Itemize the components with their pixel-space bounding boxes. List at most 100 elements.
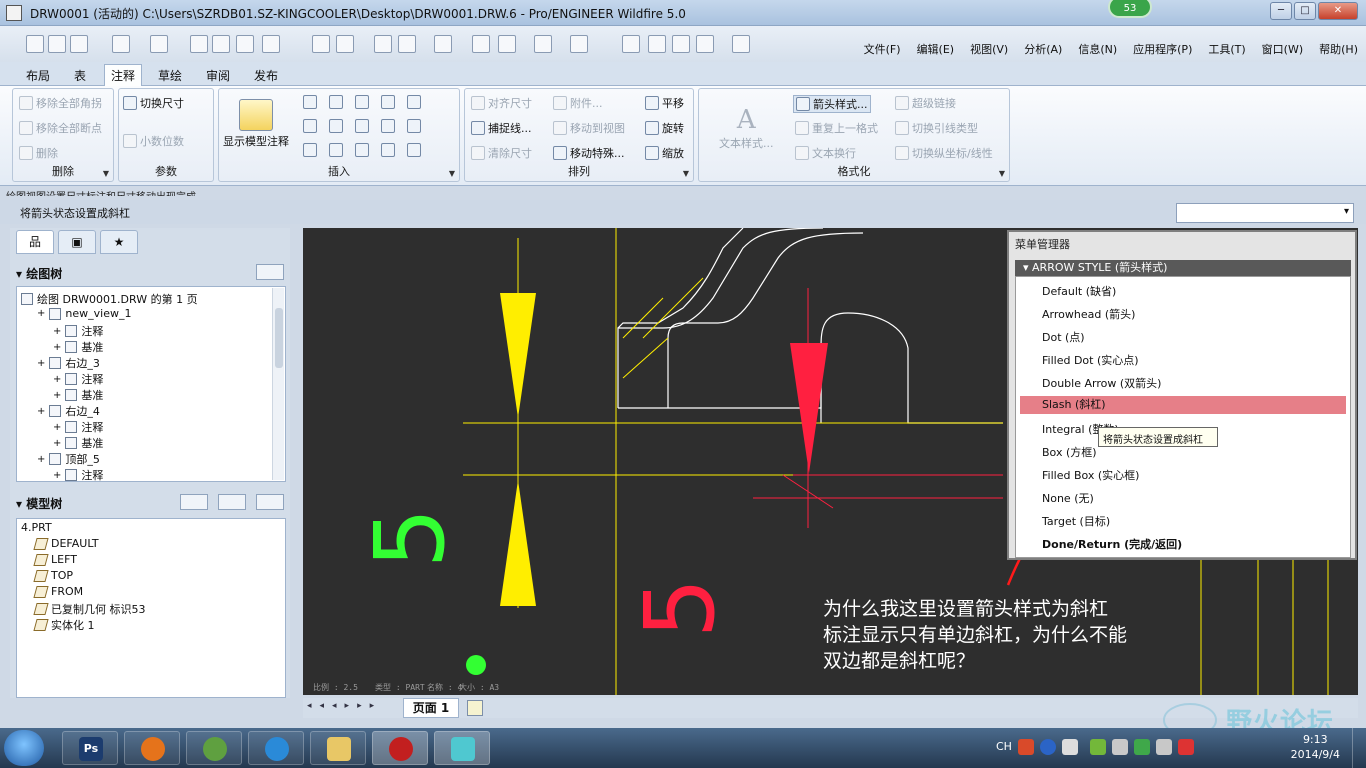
notification-badge[interactable]: 53 [1108,0,1152,18]
menu-item[interactable]: Target (目标) [1042,513,1110,529]
surface-finish-icon[interactable] [329,119,343,133]
arrow-style-header[interactable]: ▾ ARROW STYLE (箭头样式) [1015,260,1351,276]
datum-axis-icon[interactable] [648,35,666,53]
tab-table[interactable]: 表 [68,66,92,85]
note-icon[interactable] [329,95,343,109]
expand-icon[interactable]: + [53,374,61,385]
menu-item[interactable]: Done/Return (完成/返回) [1042,536,1182,552]
zoom-fit-icon[interactable] [534,35,552,53]
datum-feature-icon[interactable] [407,119,421,133]
show-desktop-button[interactable] [1352,728,1366,768]
tree-row[interactable]: FROM [33,585,83,598]
taskbar-firefox[interactable] [124,731,180,765]
menu-info[interactable]: 信息(N) [1078,41,1117,57]
tab-sketch[interactable]: 草绘 [152,66,188,85]
show-model-annotations-button[interactable]: 显示模型注释 [223,99,289,149]
tree-row[interactable]: + new_view_1 [37,307,131,320]
menu-item[interactable]: Dot (点) [1042,329,1085,345]
tree-row[interactable]: 绘图 DRW0001.DRW 的第 1 页 [21,291,198,307]
decimal-places-button[interactable]: 小数位数 [123,133,184,149]
expand-icon[interactable]: + [53,470,61,481]
save-icon[interactable] [70,35,88,53]
cut-icon[interactable] [190,35,208,53]
tree-row[interactable]: + 基准 [53,435,103,451]
group-expand-icon[interactable]: ▼ [999,169,1005,178]
circle-note-icon[interactable] [329,143,343,157]
sheet-icon[interactable] [434,35,452,53]
group-expand-icon[interactable]: ▼ [103,169,109,178]
paste-icon[interactable] [236,35,254,53]
menu-item[interactable]: Box (方框) [1042,444,1097,460]
menu-edit[interactable]: 编辑(E) [917,41,955,57]
nvidia-icon[interactable] [1090,739,1106,755]
tree-settings-icon[interactable] [256,264,284,280]
taskbar-proe[interactable] [372,731,428,765]
tree-row[interactable]: + 基准 [53,387,103,403]
move-to-view-button[interactable]: 移动到视图 [553,120,625,136]
tree-row[interactable]: TOP [33,569,73,582]
toggle-leader-type-button[interactable]: 切换引线类型 [895,120,978,136]
taskbar-chat[interactable] [186,731,242,765]
expand-icon[interactable]: + [53,422,61,433]
baseline-dim-icon[interactable] [303,119,317,133]
delete-button[interactable]: 删除 [19,145,58,161]
minimize-button[interactable]: ─ [1270,2,1292,20]
menu-file[interactable]: 文件(F) [864,41,901,57]
layer-icon[interactable] [312,35,330,53]
sketch-icon[interactable] [407,143,421,157]
text-wrap-button[interactable]: 文本换行 [795,145,856,161]
volume-icon[interactable] [1112,739,1128,755]
copy-icon[interactable] [212,35,230,53]
tree-row[interactable]: + 注释 [53,467,103,481]
group-expand-icon[interactable]: ▼ [683,169,689,178]
tree-row[interactable]: 已复制几何 标识53 [33,601,146,617]
tree-row[interactable]: + 右边_3 [37,355,100,371]
tray-menu-icon[interactable] [1062,739,1078,755]
tree-row[interactable]: DEFAULT [33,537,99,550]
network-tray-icon[interactable] [1156,739,1172,755]
expand-icon[interactable]: + [37,454,45,465]
attachment-button[interactable]: 附件... [553,95,603,111]
weld-icon[interactable] [355,143,369,157]
expand-icon[interactable]: + [37,308,45,319]
menu-view[interactable]: 视图(V) [970,41,1008,57]
rotate-button[interactable]: 旋转 [645,120,684,136]
table-note-icon[interactable] [381,143,395,157]
drawing-tree-header[interactable]: ▾ 绘图树 [10,260,290,284]
menu-tools[interactable]: 工具(T) [1208,41,1245,57]
datum-point-icon[interactable] [672,35,690,53]
show-icon[interactable] [180,494,208,510]
datum-target-icon[interactable] [407,95,421,109]
arrow-style-button[interactable]: 箭头样式... [793,95,871,113]
drawing-tree-scrollbar[interactable] [272,288,284,480]
dimension-icon[interactable] [303,95,317,109]
expand-icon[interactable]: + [53,438,61,449]
red-dimension-text[interactable]: 5 [624,577,736,638]
start-button[interactable] [4,730,44,766]
taskbar-photoshop[interactable]: Ps [62,731,118,765]
expand-icon[interactable]: + [53,342,61,353]
align-dimensions-button[interactable]: 对齐尺寸 [471,95,532,111]
language-indicator[interactable]: CH [996,740,1012,753]
expand-icon[interactable]: + [53,390,61,401]
toggle-ordinate-linear-button[interactable]: 切换纵坐标/线性 [895,145,993,161]
tree-icon[interactable] [336,35,354,53]
snap-line-button[interactable]: 捕捉线... [471,120,532,136]
menu-item[interactable]: Filled Box (实心框) [1042,467,1139,483]
new-page-icon[interactable] [467,700,483,716]
green-dimension-text[interactable]: 5 [354,507,466,568]
move-special-button[interactable]: 移动特殊... [553,145,625,161]
tree-row[interactable]: 4.PRT [21,521,52,534]
menu-analysis[interactable]: 分析(A) [1024,41,1062,57]
tab-layout[interactable]: 布局 [20,66,56,85]
repaint-icon[interactable] [472,35,490,53]
menu-item[interactable]: Default (缺省) [1042,283,1116,299]
page-tab-1[interactable]: 页面 1 [403,698,459,718]
undo-icon[interactable] [112,35,130,53]
menu-item[interactable]: Double Arrow (双箭头) [1042,375,1161,391]
ime-icon[interactable] [1018,739,1034,755]
tab-favorites[interactable]: ★ [100,230,138,254]
cleanup-dimensions-button[interactable]: 清除尺寸 [471,145,532,161]
gtol-icon[interactable] [381,119,395,133]
remove-all-breaks-button[interactable]: 移除全部断点 [19,120,102,136]
